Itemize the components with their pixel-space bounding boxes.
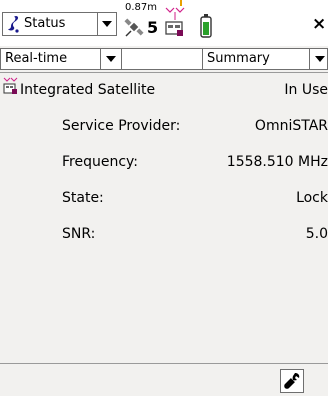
status-label: Status bbox=[24, 16, 66, 31]
service-provider-label: Service Provider: bbox=[62, 118, 181, 134]
summary-panel: Integrated Satellite In Use Service Prov… bbox=[0, 73, 328, 363]
toolbar: Real-time Summary bbox=[0, 46, 328, 73]
close-icon: × bbox=[312, 14, 327, 34]
snr-value: 5.0 bbox=[305, 226, 328, 242]
screen: Status 0.87m 5 × Real-time Summary Integ… bbox=[0, 0, 328, 396]
toolbar-blank-field bbox=[122, 48, 202, 70]
title-bar: Status 0.87m 5 × bbox=[0, 0, 328, 47]
view-select-value: Summary bbox=[207, 51, 270, 66]
chevron-down-icon bbox=[106, 56, 116, 62]
status-separator bbox=[97, 13, 98, 35]
status-menu-button[interactable]: Status bbox=[2, 12, 117, 36]
service-provider-value: OmniSTAR bbox=[254, 118, 328, 134]
integrated-satellite-icon bbox=[3, 77, 19, 95]
satellite-count: 5 bbox=[147, 18, 159, 37]
satellite-icon bbox=[124, 18, 146, 38]
mode-select[interactable]: Real-time bbox=[0, 48, 122, 70]
settings-button[interactable] bbox=[280, 369, 304, 393]
bottom-toolbar bbox=[0, 363, 328, 396]
state-label: State: bbox=[62, 190, 104, 206]
frequency-value: 1558.510 MHz bbox=[226, 154, 328, 170]
gps-status-area[interactable]: 0.87m 5 bbox=[120, 0, 212, 44]
mode-select-value: Real-time bbox=[5, 51, 68, 66]
wrench-icon bbox=[283, 372, 301, 390]
section-title: Integrated Satellite bbox=[20, 82, 156, 98]
battery-icon bbox=[200, 14, 212, 38]
frequency-label: Frequency: bbox=[62, 154, 139, 170]
radio-icon bbox=[164, 6, 186, 38]
section-status-value: In Use bbox=[284, 82, 328, 98]
view-select-separator bbox=[309, 49, 310, 69]
view-select[interactable]: Summary bbox=[202, 48, 328, 70]
mode-select-separator bbox=[100, 49, 101, 69]
snr-label: SNR: bbox=[62, 226, 96, 242]
status-icon bbox=[6, 15, 20, 33]
chevron-down-icon bbox=[315, 56, 325, 62]
chevron-down-icon bbox=[102, 21, 112, 27]
close-button[interactable]: × bbox=[300, 10, 328, 40]
state-value: Lock bbox=[296, 190, 328, 206]
accuracy-readout: 0.87m bbox=[125, 2, 158, 13]
